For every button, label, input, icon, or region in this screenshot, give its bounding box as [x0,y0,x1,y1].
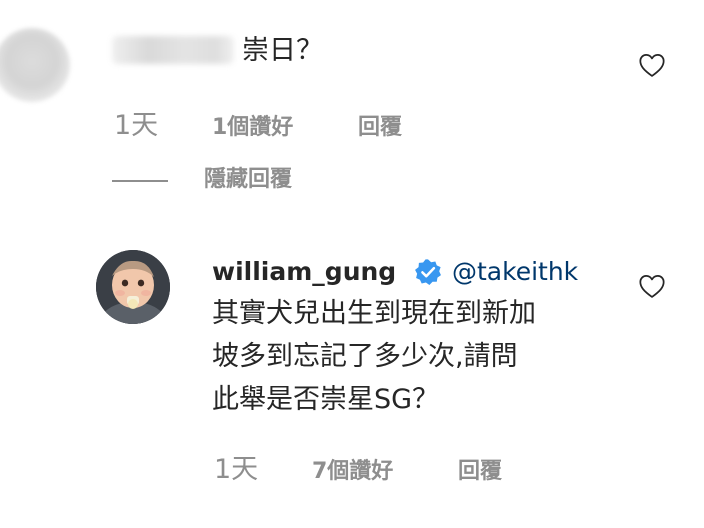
reply-username[interactable]: william_gung [212,256,396,288]
commenter-username[interactable] [112,36,234,64]
commenter-avatar[interactable] [0,28,70,102]
comment-text: 崇日？ [242,35,323,66]
reply-button[interactable]: 回覆 [458,458,502,486]
hide-replies-button[interactable]: 隱藏回覆 [204,166,292,194]
mention-link[interactable]: @takeithk [452,256,578,288]
reply-time: 1天 [214,454,259,485]
reply-text-line: 坡多到忘記了多少次,請問 [212,341,518,372]
like-count[interactable]: 1個讚好 [212,114,293,142]
reply-button[interactable]: 回覆 [358,114,402,142]
verified-badge-icon [415,259,441,285]
baby-photo [96,250,170,324]
reply-avatar[interactable] [96,250,170,324]
comment-time: 1天 [114,110,159,141]
heart-icon[interactable] [637,52,667,80]
reply-text-line: 此舉是否崇星SG？ [212,384,440,415]
reply-text-line: 其實犬兒出生到現在到新加 [212,298,536,329]
hide-replies-line [112,180,168,182]
like-count[interactable]: 7個讚好 [312,458,393,486]
heart-icon[interactable] [637,273,667,301]
